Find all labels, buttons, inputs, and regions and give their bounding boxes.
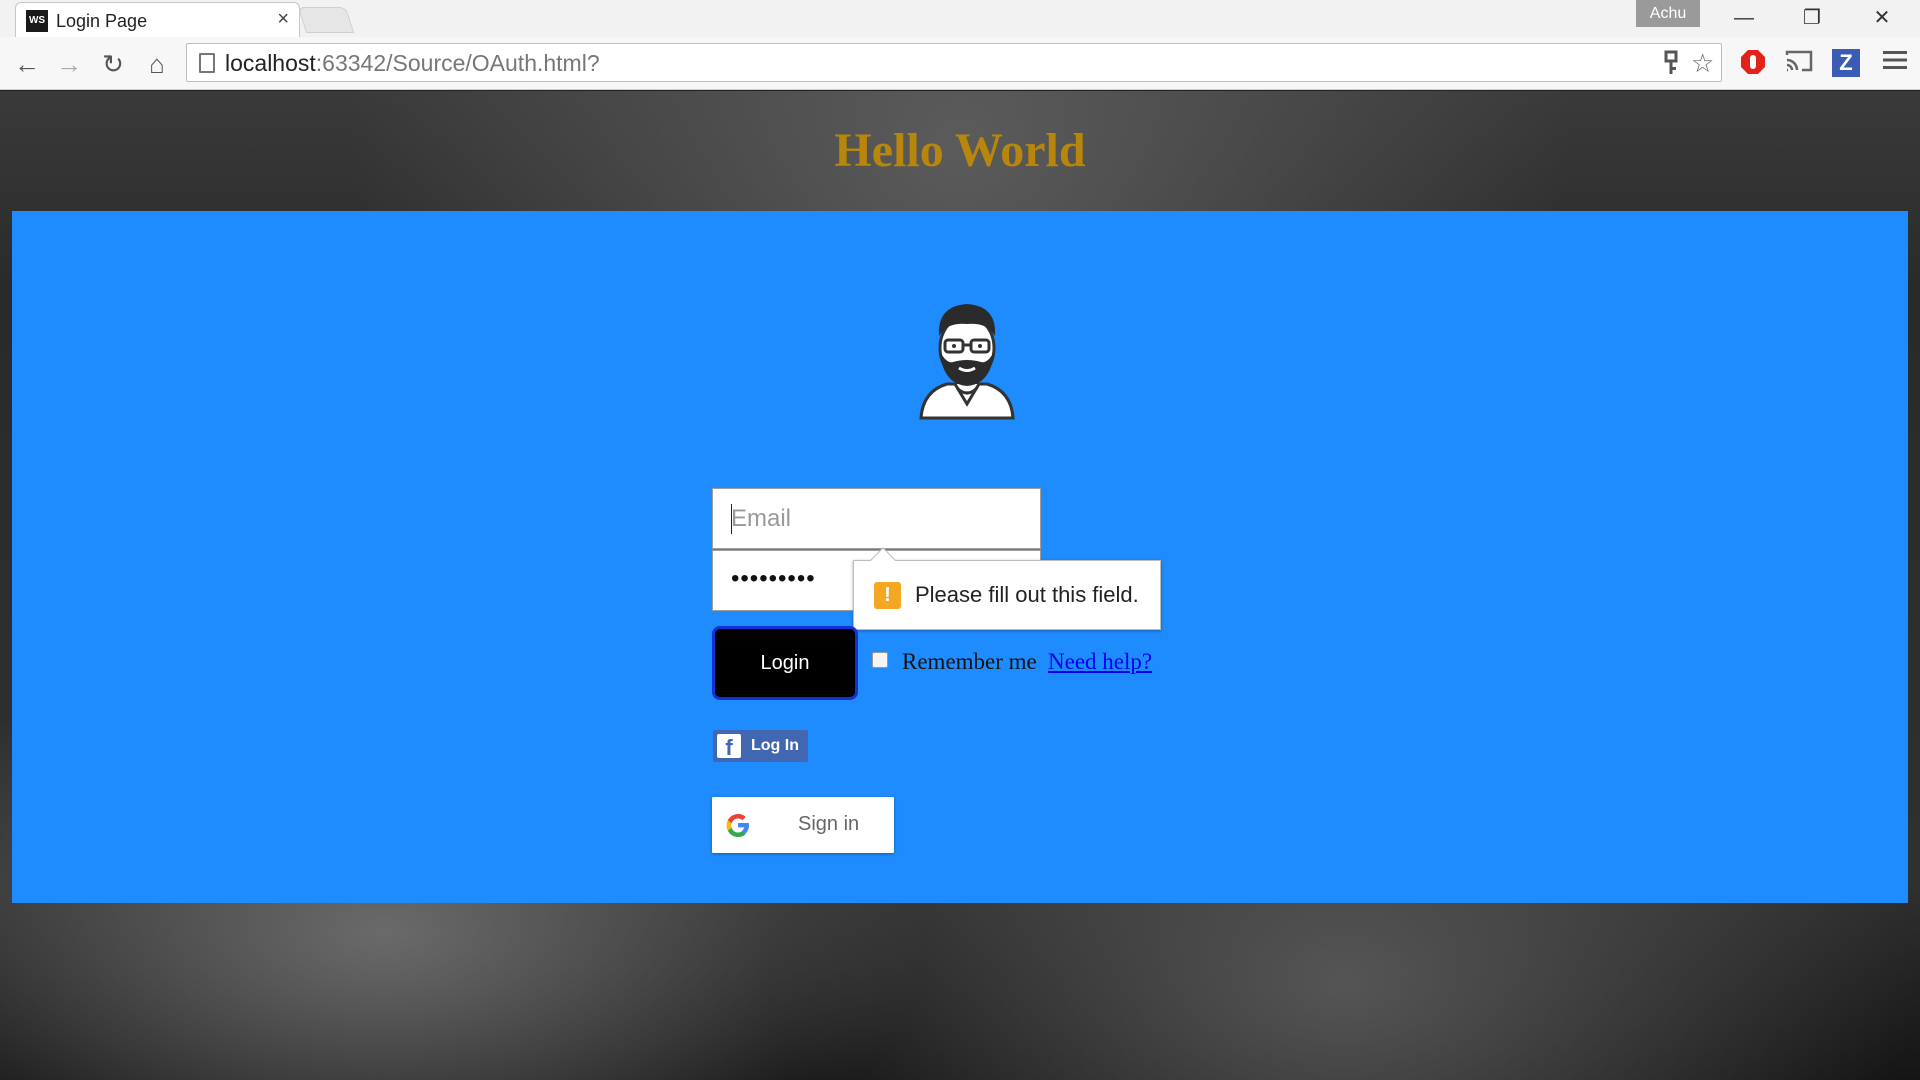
page-icon: [199, 53, 215, 73]
validation-tooltip: ! Please fill out this field.: [853, 547, 1161, 630]
facebook-login-label: Log In: [751, 737, 799, 754]
email-placeholder: Email: [731, 505, 792, 532]
validation-message: Please fill out this field.: [915, 582, 1139, 607]
login-button[interactable]: Login: [712, 626, 858, 700]
facebook-icon: f: [717, 734, 741, 758]
bookmark-star-icon[interactable]: ☆: [1691, 48, 1714, 79]
url-text[interactable]: localhost:63342/Source/OAuth.html?: [225, 50, 600, 77]
tab-title: Login Page: [56, 11, 148, 31]
browser-tab[interactable]: WS Login Page ×: [15, 2, 300, 37]
remember-me-checkbox[interactable]: [872, 652, 888, 668]
home-icon[interactable]: ⌂: [142, 49, 172, 79]
warning-icon: !: [874, 582, 901, 609]
bearded-man-with-glasses-icon: [917, 296, 1017, 421]
text-caret: [731, 504, 732, 534]
zotero-extension-icon[interactable]: Z: [1832, 49, 1860, 77]
browser-titlebar: WS Login Page × Achu — ❐ ✕: [0, 0, 1920, 37]
back-arrow-icon[interactable]: ←: [12, 49, 42, 79]
email-field[interactable]: Email: [712, 488, 1041, 549]
login-panel: Email ••••••••• ! Please fill out this f…: [12, 211, 1908, 903]
cast-icon[interactable]: [1784, 49, 1814, 79]
url-path: :63342/Source/OAuth.html?: [315, 50, 600, 76]
need-help-link[interactable]: Need help?: [1048, 649, 1152, 675]
tab-close-icon[interactable]: ×: [277, 8, 289, 31]
google-signin-label: Sign in: [798, 813, 860, 835]
close-window-button[interactable]: ✕: [1854, 2, 1910, 34]
key-icon[interactable]: [1663, 50, 1679, 82]
adblock-extension-icon[interactable]: [1738, 49, 1768, 79]
menu-icon[interactable]: [1880, 49, 1910, 79]
browser-toolbar: ← → ↻ ⌂ localhost:63342/Source/OAuth.htm…: [0, 37, 1920, 90]
minimize-button[interactable]: —: [1716, 2, 1772, 34]
restore-button[interactable]: ❐: [1784, 2, 1840, 34]
address-bar[interactable]: localhost:63342/Source/OAuth.html? ☆: [186, 43, 1722, 82]
new-tab-button[interactable]: [297, 7, 355, 33]
remember-me-label: Remember me: [902, 649, 1037, 674]
google-icon: [726, 814, 749, 837]
forward-arrow-icon[interactable]: →: [54, 49, 84, 79]
url-host: localhost: [225, 50, 316, 76]
webstorm-favicon-icon: WS: [26, 10, 48, 32]
page-title: Hello World: [834, 124, 1086, 177]
profile-badge[interactable]: Achu: [1636, 0, 1700, 27]
google-signin-button[interactable]: Sign in: [712, 797, 894, 853]
reload-icon[interactable]: ↻: [98, 49, 128, 79]
facebook-login-button[interactable]: f Log In: [713, 730, 808, 762]
page-background: Hello World Email ••••••••• ! Please fil…: [0, 91, 1920, 1080]
